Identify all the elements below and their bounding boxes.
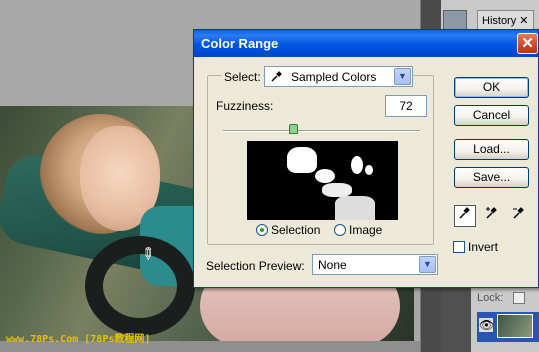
load-button[interactable]: Load...	[454, 139, 529, 160]
selection-preview-image[interactable]	[247, 141, 398, 220]
dialog-titlebar[interactable]: Color Range ✕	[194, 30, 538, 57]
invert-label: Invert	[468, 240, 499, 254]
select-value: Sampled Colors	[291, 70, 377, 84]
eyedropper-icon	[271, 70, 283, 85]
layer-thumbnail	[497, 314, 533, 338]
fuzziness-slider-thumb[interactable]	[289, 124, 299, 134]
ok-button[interactable]: OK	[454, 77, 529, 98]
selection-radio[interactable]	[256, 224, 268, 236]
eyedropper-tool-icon[interactable]	[454, 205, 476, 227]
preview-mask-shape	[315, 169, 335, 183]
image-radio[interactable]	[334, 224, 346, 236]
preview-mask-shape	[351, 156, 363, 174]
tab-history-label: History	[482, 15, 517, 27]
preview-mask-shape	[287, 147, 317, 173]
selection-preview-label: Selection Preview:	[206, 259, 305, 273]
fuzziness-input[interactable]: 72	[385, 95, 427, 117]
chevron-down-icon[interactable]: ▼	[394, 68, 411, 85]
preview-mask-shape	[322, 183, 352, 197]
cancel-button[interactable]: Cancel	[454, 105, 529, 126]
watermark-text: www.78Ps.Com [78Ps教程网]	[6, 334, 151, 345]
tab-history[interactable]: History ✕	[477, 10, 534, 30]
color-range-dialog: Color Range ✕ Select: Sampled Colors ▼ F…	[193, 29, 539, 288]
selection-preview-dropdown[interactable]: None ▼	[312, 254, 438, 275]
preview-mask-shape	[335, 196, 375, 220]
chevron-down-icon[interactable]: ▼	[419, 256, 436, 273]
close-button[interactable]: ✕	[517, 33, 538, 54]
fuzziness-label: Fuzziness:	[216, 99, 274, 113]
select-label: Select:	[222, 70, 263, 84]
fuzziness-slider-track[interactable]	[223, 130, 420, 132]
selection-preview-value: None	[318, 258, 347, 272]
select-dropdown[interactable]: Sampled Colors ▼	[264, 66, 413, 87]
lock-transparency-checkbox[interactable]	[513, 292, 525, 304]
add-to-sample-icon[interactable]	[481, 205, 503, 227]
lock-label: Lock:	[477, 292, 504, 304]
dialog-title: Color Range	[201, 36, 279, 51]
invert-checkbox[interactable]	[453, 241, 465, 253]
selection-radio-label: Selection	[271, 223, 321, 237]
subtract-from-sample-icon[interactable]	[508, 205, 530, 227]
image-radio-label: Image	[349, 223, 383, 237]
save-button[interactable]: Save...	[454, 167, 529, 188]
tab-close-icon[interactable]: ✕	[519, 15, 528, 27]
preview-mask-shape	[365, 165, 373, 175]
eye-icon[interactable]: 👁	[479, 318, 494, 332]
